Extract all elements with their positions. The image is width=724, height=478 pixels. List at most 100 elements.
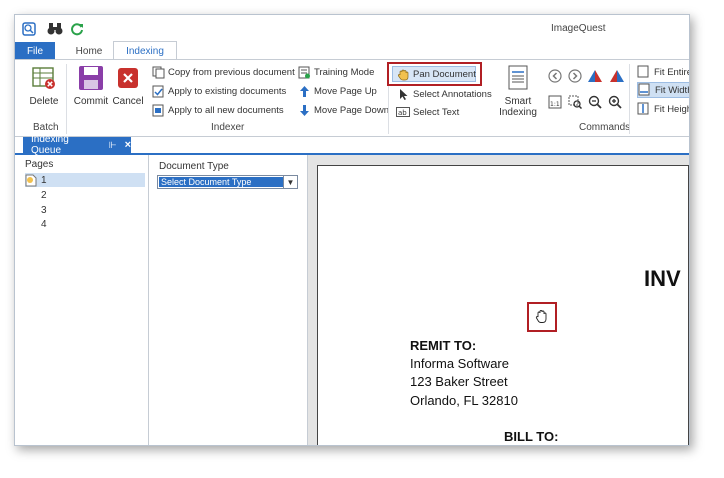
- document-heading: INV: [644, 266, 681, 291]
- page-item[interactable]: 2: [25, 188, 145, 202]
- apply-new-icon: [151, 103, 165, 117]
- ribbon: Delete Batch Commit Cancel Copy from pre…: [15, 59, 689, 137]
- document-type-pane: Document Type Select Document Type ▼: [149, 155, 308, 445]
- rotate-right-icon[interactable]: [609, 68, 625, 84]
- document-type-select[interactable]: Select Document Type ▼: [157, 175, 298, 189]
- group-separator: [66, 64, 67, 134]
- fit-width-button[interactable]: Fit Width: [637, 82, 690, 98]
- pages-pane: Pages 1 2 3 4: [15, 155, 149, 445]
- refresh-icon[interactable]: [69, 21, 85, 37]
- group-batch-label: Batch: [33, 122, 59, 133]
- tab-indexing[interactable]: Indexing: [113, 41, 177, 60]
- fit-entire-button[interactable]: Fit Entire: [637, 64, 690, 80]
- move-page-up-button[interactable]: Move Page Up: [297, 83, 377, 99]
- tab-home[interactable]: Home: [67, 42, 111, 60]
- group-commands-label: Commands: [579, 122, 631, 133]
- remit-line: Orlando, FL 32810: [410, 393, 518, 408]
- training-mode-label: Training Mode: [314, 66, 375, 78]
- remit-line: 123 Baker Street: [410, 374, 508, 389]
- apply-new-button[interactable]: Apply to all new documents: [151, 102, 284, 118]
- select-text-label: Select Text: [413, 106, 460, 118]
- apply-existing-label: Apply to existing documents: [168, 85, 287, 97]
- close-icon[interactable]: ×: [125, 139, 131, 151]
- smart-indexing-button[interactable]: Smart Indexing: [499, 64, 537, 118]
- move-page-down-button[interactable]: Move Page Down: [297, 102, 389, 118]
- cancel-label: Cancel: [112, 96, 144, 107]
- commit-button[interactable]: Commit: [73, 64, 109, 107]
- zoom-in-icon[interactable]: [607, 94, 623, 110]
- binoculars-icon[interactable]: [47, 21, 63, 37]
- remit-heading: REMIT TO:: [410, 338, 477, 353]
- zoom-out-icon[interactable]: [587, 94, 603, 110]
- smart-indexing-label-1: Smart: [504, 96, 532, 107]
- tab-indexing-queue[interactable]: Indexing Queue ⊩ ×: [23, 134, 131, 156]
- rotate-left-icon[interactable]: [587, 68, 603, 84]
- bill-heading: BILL TO:: [504, 429, 559, 444]
- svg-text:ab: ab: [398, 109, 407, 117]
- select-annotations-button[interactable]: Select Annotations: [396, 86, 492, 102]
- pointer-icon: [396, 87, 410, 101]
- document-viewer[interactable]: INV REMIT TO: Informa Software 123 Baker…: [308, 155, 689, 445]
- title-bar: ImageQuest: [15, 15, 689, 43]
- fit-width-label: Fit Width: [655, 84, 690, 96]
- tab-file[interactable]: File: [15, 42, 55, 60]
- select-text-button[interactable]: ab Select Text: [396, 104, 459, 120]
- fit-height-button[interactable]: Fit Height: [637, 101, 689, 117]
- delete-label: Delete: [29, 96, 59, 107]
- app-window: ImageQuest File Home Indexing Delete Bat…: [14, 14, 690, 446]
- pan-cursor-callout: [527, 302, 557, 332]
- page-icon: [25, 174, 38, 187]
- select-annotations-label: Select Annotations: [413, 88, 492, 100]
- app-title: ImageQuest: [551, 23, 606, 34]
- delete-button[interactable]: Delete: [27, 64, 61, 107]
- page-item[interactable]: 4: [25, 217, 145, 231]
- arrow-down-icon: [297, 103, 311, 117]
- copy-from-previous-button[interactable]: Copy from previous document: [151, 64, 295, 80]
- svg-text:1:1: 1:1: [550, 101, 560, 108]
- fit-height-label: Fit Height: [654, 103, 689, 115]
- ribbon-tabs: File Home Indexing: [15, 41, 689, 60]
- fit-entire-label: Fit Entire: [654, 66, 690, 78]
- document-type-label: Document Type: [159, 161, 229, 172]
- smart-indexing-label-2: Indexing: [499, 107, 537, 118]
- save-icon: [77, 64, 105, 92]
- cancel-icon: [114, 64, 142, 92]
- content-panes: Pages 1 2 3 4 Document Type Select Docum…: [15, 155, 689, 445]
- next-page-icon[interactable]: [567, 68, 583, 84]
- pan-document-callout: [387, 62, 482, 86]
- text-select-icon: ab: [396, 105, 410, 119]
- commit-label: Commit: [73, 96, 109, 107]
- training-mode-icon: [297, 65, 311, 79]
- apply-new-label: Apply to all new documents: [168, 104, 284, 116]
- copy-from-previous-label: Copy from previous document: [168, 66, 295, 78]
- smart-indexing-icon: [504, 64, 532, 92]
- page-item-label: 2: [41, 189, 47, 201]
- move-page-down-label: Move Page Down: [314, 104, 389, 116]
- remit-line: Informa Software: [410, 356, 509, 371]
- document-type-selected: Select Document Type: [159, 177, 283, 187]
- page-item-label: 4: [41, 218, 47, 230]
- apply-existing-button[interactable]: Apply to existing documents: [151, 83, 286, 99]
- page-item[interactable]: 3: [25, 203, 145, 217]
- fit-height-icon: [637, 102, 651, 116]
- app-logo-icon: [21, 21, 37, 37]
- zoom-actual-size-icon[interactable]: 1:1: [547, 94, 563, 110]
- document-page: INV REMIT TO: Informa Software 123 Baker…: [317, 165, 689, 445]
- group-indexer-label: Indexer: [211, 122, 245, 133]
- fit-width-icon: [638, 83, 652, 97]
- page-item-label: 1: [41, 174, 47, 186]
- tab-indexing-queue-label: Indexing Queue: [31, 134, 69, 156]
- training-mode-button[interactable]: Training Mode: [297, 64, 374, 80]
- previous-page-icon[interactable]: [547, 68, 563, 84]
- arrow-up-icon: [297, 84, 311, 98]
- zoom-selection-icon[interactable]: [567, 94, 583, 110]
- fit-entire-icon: [637, 65, 651, 79]
- pin-icon[interactable]: ⊩: [109, 140, 117, 151]
- cancel-button[interactable]: Cancel: [112, 64, 144, 107]
- group-separator: [629, 64, 630, 134]
- page-item[interactable]: 1: [25, 173, 145, 187]
- move-page-up-label: Move Page Up: [314, 85, 377, 97]
- apply-existing-icon: [151, 84, 165, 98]
- chevron-down-icon[interactable]: ▼: [283, 176, 297, 188]
- document-tab-strip: Indexing Queue ⊩ ×: [15, 134, 689, 156]
